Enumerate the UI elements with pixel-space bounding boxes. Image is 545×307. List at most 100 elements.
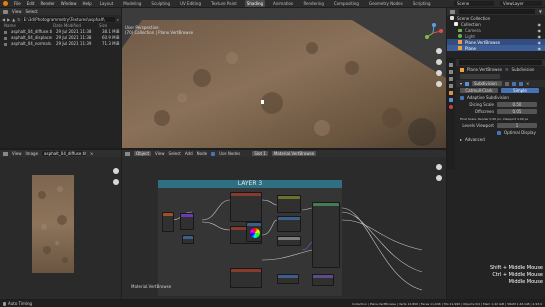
menu-render[interactable]: Render [40,1,54,6]
node-editor-side-tools [436,164,442,181]
optimal-display-checkbox[interactable] [497,130,501,135]
outliner-item-plane: Plane [465,45,476,51]
search-icon[interactable]: ⌕ [117,17,119,22]
visibility-eye-icon[interactable]: ◉ [538,28,542,33]
add-modifier-button[interactable] [460,74,500,79]
tool-tab-icon[interactable] [449,63,453,67]
back-arrow-icon[interactable]: ◀ [2,17,5,22]
edit-mode-icon[interactable] [505,81,510,86]
outliner: ▼ Scene Collection Collection ◉ Camera ◉… [447,8,545,58]
file-menu-view[interactable]: View [12,9,22,14]
image-texture-node-1[interactable] [230,192,262,222]
close-icon[interactable]: × [90,151,93,156]
menu-window[interactable]: Window [61,1,77,6]
modifier-name-field[interactable]: Subdivision [472,81,503,86]
menu-edit[interactable]: Edit [27,1,35,6]
material-tab-icon[interactable] [449,105,453,109]
bump-node[interactable] [312,274,334,286]
chevron-down-icon[interactable]: ▾ [460,81,462,86]
shader-node-editor[interactable]: Object View Select Add Node Use Nodes Sl… [122,150,446,299]
blender-logo-icon[interactable] [3,1,8,6]
file-menu-select[interactable]: Select [26,9,38,14]
levels-viewport-field[interactable]: 1 [497,123,537,128]
file-row[interactable]: asphalt_04_normals.tif 29 Jul 2021 11:39… [0,41,121,47]
offscreen-field[interactable]: 0.05 [497,109,537,114]
levels-row: Levels Viewport 1 [456,122,545,129]
menu-help[interactable]: Help [82,1,91,6]
simple-button[interactable]: Simple [501,88,539,93]
camera-view-icon[interactable] [436,70,442,76]
image-menu-image[interactable]: Image [26,151,39,156]
outliner-item-scene-collection: Scene Collection [457,15,491,21]
mix-node-1[interactable] [277,195,301,213]
tab-scripting[interactable]: Scripting [411,0,433,7]
tab-texture-paint[interactable]: Texture Paint [209,0,239,7]
image-file-icon [4,42,7,46]
render-icon[interactable] [519,81,524,86]
zoom-icon[interactable] [113,168,119,174]
path-field[interactable]: E:\3d\Photogrammetry\Textures\asphalt\ [22,16,115,22]
visibility-eye-icon[interactable]: ◉ [538,46,542,51]
tab-layout[interactable]: Layout [98,0,116,7]
math-node[interactable] [277,274,299,284]
modifier-tab-icon[interactable] [449,98,453,102]
render-tab-icon[interactable] [449,70,453,74]
color-wheel-icon[interactable] [250,228,260,238]
object-tab-icon[interactable] [449,91,453,95]
tab-sculpting[interactable]: Sculpting [149,0,172,7]
mix-node-3[interactable] [277,236,301,246]
visibility-eye-icon[interactable]: ◉ [538,34,542,39]
color-picker-node[interactable] [246,222,262,242]
tab-geometry-nodes[interactable]: Geometry Nodes [367,0,405,7]
dicing-scale-field[interactable]: 0.50 [497,102,537,107]
folder-icon[interactable] [3,9,8,14]
catmull-clark-button[interactable]: Catmull-Clark [460,88,498,93]
tab-animation[interactable]: Animation [271,0,295,7]
zoom-icon[interactable] [436,164,442,170]
pan-hand-icon[interactable] [436,59,442,65]
adaptive-checkbox[interactable] [460,95,464,100]
texture-coordinate-node[interactable] [162,212,174,232]
pan-hand-icon[interactable] [113,179,119,185]
principled-bsdf-node[interactable] [312,202,340,268]
zoom-icon[interactable] [436,48,442,54]
mapping-node[interactable] [180,213,194,230]
image-editor-icon[interactable] [3,151,8,156]
close-icon[interactable]: × [526,81,529,86]
pan-hand-icon[interactable] [436,175,442,181]
scene-tab-icon[interactable] [449,84,453,88]
offscreen-row: Offscreen 0.05 [456,108,545,115]
advanced-row[interactable]: ▸ Advanced [456,136,545,143]
image-name-field[interactable]: asphalt_04_diffuse.tif [42,151,87,156]
advanced-label: Advanced [465,137,485,142]
realtime-icon[interactable] [512,81,517,86]
image-menu-view[interactable]: View [12,151,22,156]
refresh-icon[interactable]: ↻ [17,17,20,22]
perspective-toggle-icon[interactable] [436,81,442,87]
menu-file[interactable]: File [14,1,21,6]
separate-node[interactable] [182,235,194,244]
mix-node-2[interactable] [277,216,301,232]
output-tab-icon[interactable] [449,77,453,81]
tab-shading[interactable]: Shading [244,0,266,7]
cursor-icon [261,100,264,104]
tab-modeling[interactable]: Modeling [121,0,143,7]
navigation-gizmo[interactable] [422,22,444,44]
parent-folder-icon[interactable]: ▲ [12,17,15,22]
outliner-row-selected[interactable]: Plane ◉ [447,45,545,51]
outliner-search[interactable] [459,9,535,14]
properties-search[interactable] [459,60,542,65]
tab-compositing[interactable]: Compositing [332,0,361,7]
filter-icon[interactable]: ▼ [539,9,542,14]
visibility-eye-icon[interactable]: ◉ [538,22,542,27]
visibility-eye-icon[interactable]: ◉ [538,40,542,45]
scene-selector[interactable]: Scene [454,1,494,6]
tab-rendering[interactable]: Rendering [301,0,325,7]
asphalt-texture-preview[interactable] [32,175,74,273]
3d-viewport[interactable]: Object Mode View Select Add Object Globa… [122,8,446,148]
view-layer-selector[interactable]: ViewLayer [500,1,542,6]
image-texture-node-3[interactable] [230,268,262,288]
forward-arrow-icon[interactable]: ▶ [7,17,10,22]
outliner-icon[interactable] [450,9,455,14]
tab-uv-editing[interactable]: UV Editing [178,0,203,7]
